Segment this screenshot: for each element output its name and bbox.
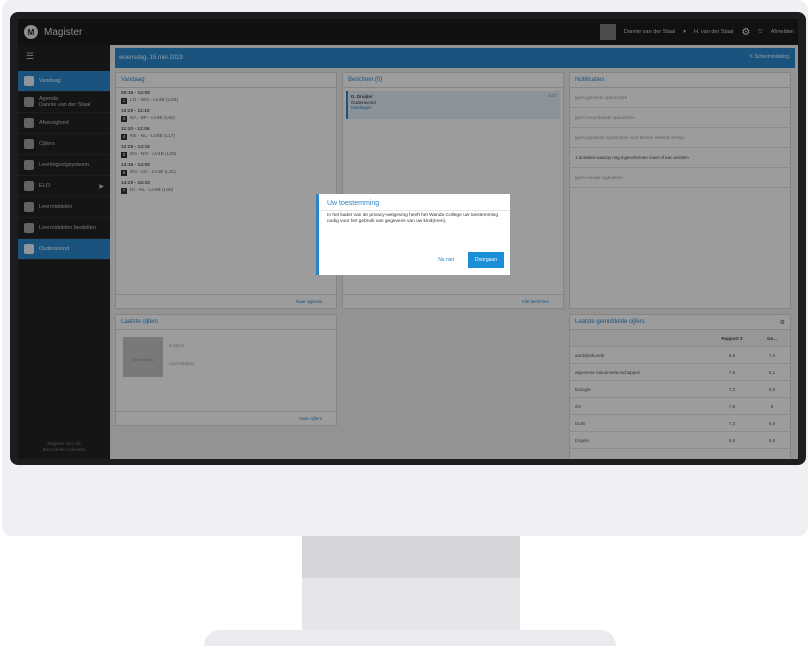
not-now-button[interactable]: Nu niet — [438, 257, 454, 263]
monitor-stand — [204, 630, 616, 646]
modal-body: In het kader van de privacy-wetgeving he… — [319, 210, 510, 227]
monitor-neck — [302, 536, 520, 630]
stage: M Magister Dannie van der Staal ▾ H. van… — [0, 0, 808, 646]
consent-modal: Uw toestemming In het kader van de priva… — [316, 194, 510, 275]
modal-title: Uw toestemming — [327, 200, 380, 207]
continue-button[interactable]: Doorgaan — [468, 252, 504, 268]
modal-buttons: Nu niet Doorgaan — [438, 252, 504, 268]
screen: M Magister Dannie van der Staal ▾ H. van… — [18, 19, 798, 459]
